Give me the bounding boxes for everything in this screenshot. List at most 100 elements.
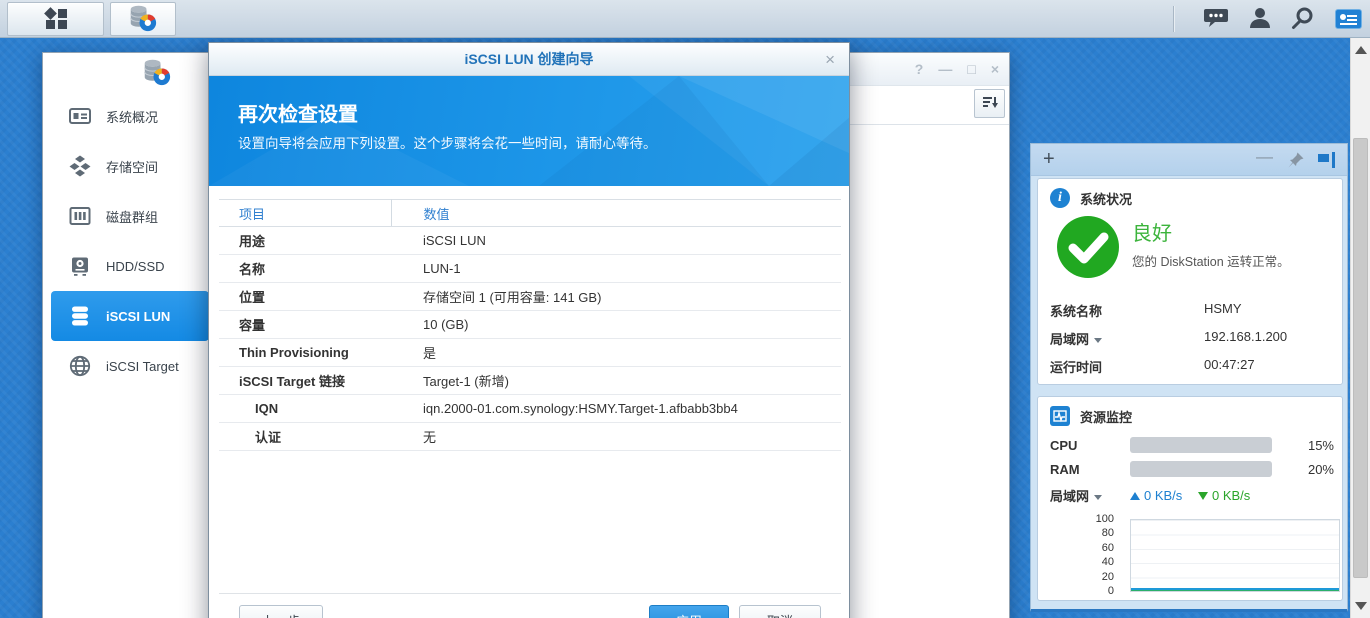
storage-manager-task-button[interactable] xyxy=(110,2,176,36)
widget-title: 系统状况 xyxy=(1080,191,1133,207)
add-widget-button[interactable]: + xyxy=(1043,148,1055,171)
dialog-titlebar[interactable]: iSCSI LUN 创建向导 × xyxy=(209,43,849,76)
dialog-close-icon[interactable]: × xyxy=(825,43,835,76)
sidebar-item-label: 存储空间 xyxy=(106,159,159,175)
chevron-down-icon xyxy=(1094,495,1103,501)
table-row: 容量 10 (GB) xyxy=(219,310,841,339)
table-row: Thin Provisioning 是 xyxy=(219,338,841,367)
row-label: 名称 xyxy=(219,254,391,283)
window-minimize-button[interactable]: — xyxy=(938,61,952,77)
search-button[interactable] xyxy=(1291,6,1315,33)
user-menu-button[interactable] xyxy=(1249,6,1271,33)
scrollbar-thumb[interactable] xyxy=(1353,138,1368,578)
sidebar-item-disk-group[interactable]: 磁盘群组 xyxy=(51,191,209,241)
row-label: 局域网 xyxy=(1050,332,1090,347)
download-line xyxy=(1131,590,1339,591)
ytick-80: 80 xyxy=(1101,527,1114,539)
cpu-usage-row: CPU 15% xyxy=(1050,437,1334,453)
row-value: iqn.2000-01.com.synology:HSMY.Target-1.a… xyxy=(391,394,841,423)
chevron-down-icon xyxy=(1094,338,1103,344)
sidebar-item-label: 磁盘群组 xyxy=(106,209,159,225)
ytick-20: 20 xyxy=(1101,571,1114,583)
health-status-text: 良好 xyxy=(1132,223,1172,245)
row-label: iSCSI Target 链接 xyxy=(219,366,391,395)
storage-volume-cubes-icon xyxy=(67,154,93,178)
ytick-100: 100 xyxy=(1095,513,1114,525)
settings-summary-table: 项目 数值 用途 iSCSI LUN 名称 LUN-1 位置 存储空间 1 (可用容量… xyxy=(219,199,841,451)
row-value: 存储空间 1 (可用容量: 141 GB) xyxy=(391,282,841,311)
footer-separator xyxy=(219,593,841,594)
row-value: 00:47:27 xyxy=(1204,357,1255,372)
sidebar: 系统概况 存储空间 磁盘群组 HDD/SSD iSCSI LUN iSCSI T… xyxy=(43,53,211,618)
table-row: 用途 iSCSI LUN xyxy=(219,226,841,255)
storage-manager-icon xyxy=(129,4,157,35)
desktop-scrollbar[interactable] xyxy=(1350,38,1370,618)
widgets-panel-icon xyxy=(1335,9,1362,29)
widget-panel-header: + — xyxy=(1031,144,1347,176)
sidebar-item-storage-volume[interactable]: 存储空间 xyxy=(51,141,209,191)
upload-arrow-icon xyxy=(1130,491,1140,500)
lan-throughput-row: 局域网 0 KB/s 0 KB/s xyxy=(1050,486,1250,505)
main-menu-button[interactable] xyxy=(7,2,104,36)
storage-manager-app-icon xyxy=(143,58,171,89)
ytick-40: 40 xyxy=(1101,556,1114,568)
desktop: ? — □ × 系统概况 存储空间 磁盘群组 HDD/SSD iSCSI LUN… xyxy=(0,0,1370,618)
row-value: LUN-1 xyxy=(391,254,841,283)
lan-dropdown[interactable]: 局域网 xyxy=(1050,486,1130,505)
sort-descending-icon xyxy=(982,94,998,113)
sidebar-item-system-overview[interactable]: 系统概况 xyxy=(51,91,209,141)
apply-button[interactable]: 应用 xyxy=(649,605,729,618)
sort-button[interactable] xyxy=(974,89,1005,118)
window-close-button[interactable]: × xyxy=(991,61,999,77)
widgets-toggle-button[interactable] xyxy=(1335,9,1362,29)
upload-speed: 0 KB/s xyxy=(1130,488,1198,503)
cpu-percent: 15% xyxy=(1307,437,1334,453)
row-label: 容量 xyxy=(219,310,391,339)
cancel-button[interactable]: 取消 xyxy=(739,605,821,618)
row-label: 位置 xyxy=(219,282,391,311)
row-value: HSMY xyxy=(1204,301,1242,316)
search-icon xyxy=(1291,6,1315,33)
collapse-panel-button[interactable]: — xyxy=(1256,147,1273,167)
table-row: 认证无 xyxy=(219,422,841,451)
sidebar-item-label: iSCSI Target xyxy=(106,358,179,374)
row-value: 192.168.1.200 xyxy=(1204,329,1288,344)
sidebar-item-label: HDD/SSD xyxy=(106,258,165,274)
table-header-row: 项目 数值 xyxy=(219,199,841,227)
row-label: IQN xyxy=(219,394,391,423)
row-value: iSCSI LUN xyxy=(391,226,841,255)
panel-layout-icon[interactable] xyxy=(1317,151,1337,172)
database-cylinder-icon xyxy=(67,304,93,328)
globe-icon xyxy=(67,354,93,378)
row-label: Thin Provisioning xyxy=(219,338,391,367)
health-row-uptime: 运行时间 00:47:27 xyxy=(1050,357,1332,376)
row-label: 系统名称 xyxy=(1050,304,1103,319)
chat-bubble-icon xyxy=(1203,6,1229,33)
scrollbar-up-arrow[interactable] xyxy=(1355,46,1367,54)
ram-percent: 20% xyxy=(1307,461,1334,477)
sidebar-menu: 系统概况 存储空间 磁盘群组 HDD/SSD iSCSI LUN iSCSI T… xyxy=(43,91,211,391)
row-label: 用途 xyxy=(219,226,391,255)
table-row: 名称 LUN-1 xyxy=(219,254,841,283)
scrollbar-down-arrow[interactable] xyxy=(1355,602,1367,610)
health-row-system-name: 系统名称 HSMY xyxy=(1050,301,1332,320)
lan-label: 局域网 xyxy=(1050,489,1090,504)
back-button[interactable]: 上一步 xyxy=(239,605,323,618)
widget-title: 资源监控 xyxy=(1080,409,1133,425)
window-help-button[interactable]: ? xyxy=(915,61,924,77)
sidebar-item-iscsi-target[interactable]: iSCSI Target xyxy=(51,341,209,391)
dialog-banner: 再次检查设置 设置向导将会应用下列设置。这个步骤将会花一些时间，请耐心等待。 xyxy=(209,76,849,186)
ytick-0: 0 xyxy=(1107,585,1114,597)
pushpin-icon[interactable] xyxy=(1287,151,1305,172)
cpu-label: CPU xyxy=(1050,437,1078,453)
health-ok-check-icon xyxy=(1056,215,1120,282)
lan-dropdown[interactable]: 局域网 xyxy=(1050,329,1204,348)
notifications-button[interactable] xyxy=(1203,6,1229,33)
sidebar-item-iscsi-lun[interactable]: iSCSI LUN xyxy=(51,291,209,341)
download-speed: 0 KB/s xyxy=(1198,488,1250,503)
window-maximize-button[interactable]: □ xyxy=(967,61,975,77)
toolbar-separator xyxy=(829,124,1009,125)
row-label: 认证 xyxy=(219,422,391,451)
sidebar-item-hdd-ssd[interactable]: HDD/SSD xyxy=(51,241,209,291)
taskbar-separator xyxy=(1173,6,1174,32)
